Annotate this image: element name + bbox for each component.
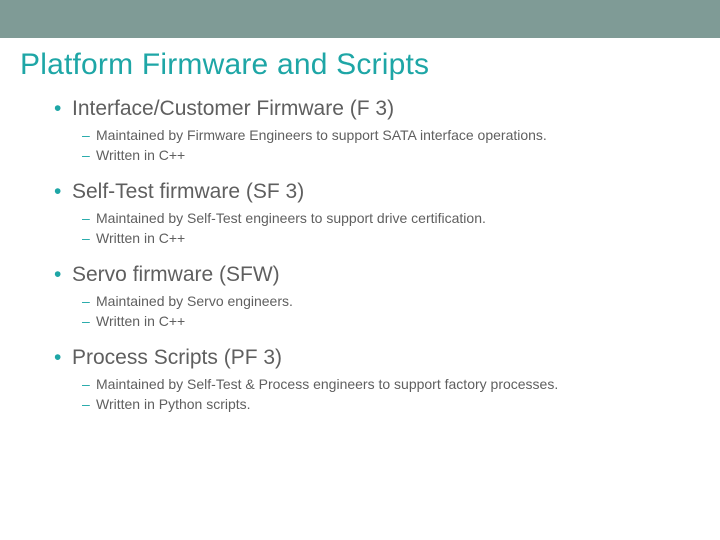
sub-item: Written in C++ [82, 229, 680, 248]
section-heading: Interface/Customer Firmware (F 3) [54, 96, 680, 122]
slide-title: Platform Firmware and Scripts [20, 48, 720, 82]
section-sublist: Maintained by Self-Test engineers to sup… [82, 209, 680, 248]
top-banner [0, 0, 720, 38]
sub-item: Maintained by Self-Test engineers to sup… [82, 209, 680, 228]
section-heading: Process Scripts (PF 3) [54, 345, 680, 371]
sub-item: Written in Python scripts. [82, 395, 680, 414]
section-sublist: Maintained by Firmware Engineers to supp… [82, 126, 680, 165]
section: Self-Test firmware (SF 3) Maintained by … [54, 179, 680, 248]
sub-item: Written in C++ [82, 312, 680, 331]
section-sublist: Maintained by Self-Test & Process engine… [82, 375, 680, 414]
sub-item: Maintained by Firmware Engineers to supp… [82, 126, 680, 145]
sub-item: Written in C++ [82, 146, 680, 165]
section: Servo firmware (SFW) Maintained by Servo… [54, 262, 680, 331]
slide-body: Interface/Customer Firmware (F 3) Mainta… [54, 96, 680, 414]
section-heading: Self-Test firmware (SF 3) [54, 179, 680, 205]
section: Interface/Customer Firmware (F 3) Mainta… [54, 96, 680, 165]
section: Process Scripts (PF 3) Maintained by Sel… [54, 345, 680, 414]
section-heading: Servo firmware (SFW) [54, 262, 680, 288]
section-sublist: Maintained by Servo engineers. Written i… [82, 292, 680, 331]
sub-item: Maintained by Self-Test & Process engine… [82, 375, 680, 394]
sub-item: Maintained by Servo engineers. [82, 292, 680, 311]
